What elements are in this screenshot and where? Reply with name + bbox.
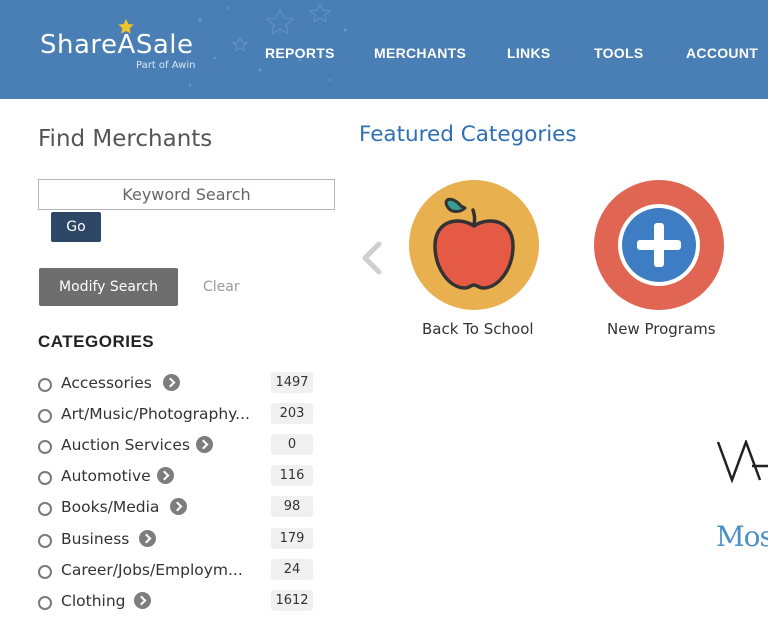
logo-wordmark: ShareASale (40, 30, 193, 60)
category-count: 0 (271, 434, 313, 455)
keyword-search-input[interactable] (38, 179, 335, 210)
category-label: Automotive (61, 467, 151, 485)
category-item[interactable]: Business 179 (38, 528, 328, 554)
category-item[interactable]: Career/Jobs/Employm... 24 (38, 559, 328, 585)
merchant-logo-partial[interactable] (716, 440, 768, 484)
category-count: 179 (271, 528, 313, 549)
apple-icon (409, 180, 539, 310)
category-label: Career/Jobs/Employm... (61, 561, 243, 579)
category-item[interactable]: Books/Media 98 (38, 496, 328, 522)
chevron-right-icon[interactable] (139, 530, 156, 547)
find-merchants-title: Find Merchants (38, 126, 212, 152)
nav-tools[interactable]: TOOLS (594, 45, 643, 61)
category-count: 98 (271, 496, 313, 517)
category-count: 203 (271, 403, 313, 424)
go-button[interactable]: Go (51, 212, 101, 242)
category-label: Accessories (61, 374, 152, 392)
category-radio[interactable] (38, 471, 52, 485)
plus-icon (594, 180, 724, 310)
categories-heading: CATEGORIES (38, 332, 154, 352)
category-radio[interactable] (38, 378, 52, 392)
top-header: ShareASale Part of Awin REPORTS MERCHANT… (0, 0, 768, 99)
category-radio[interactable] (38, 502, 52, 516)
logo[interactable]: ShareASale Part of Awin (40, 18, 210, 78)
featured-label[interactable]: New Programs (607, 320, 716, 338)
featured-new-programs[interactable] (594, 180, 724, 310)
merchant-logo-partial[interactable]: Mos (716, 520, 768, 553)
featured-label[interactable]: Back To School (422, 320, 534, 338)
featured-back-to-school[interactable] (409, 180, 539, 310)
category-label: Books/Media (61, 498, 159, 516)
category-count: 24 (271, 559, 313, 580)
category-item[interactable]: Accessories 1497 (38, 372, 328, 398)
featured-categories-title: Featured Categories (359, 122, 577, 147)
category-item[interactable]: Automotive 116 (38, 465, 328, 491)
nav-merchants[interactable]: MERCHANTS (374, 45, 466, 61)
category-item[interactable]: Art/Music/Photography... 203 (38, 403, 328, 429)
category-radio[interactable] (38, 409, 52, 423)
nav-account[interactable]: ACCOUNT (686, 45, 758, 61)
category-count: 1612 (271, 590, 313, 611)
chevron-right-icon[interactable] (134, 592, 151, 609)
chevron-right-icon[interactable] (170, 498, 187, 515)
chevron-right-icon[interactable] (163, 374, 180, 391)
nav-links[interactable]: LINKS (507, 45, 551, 61)
category-item[interactable]: Auction Services 0 (38, 434, 328, 460)
modify-search-button[interactable]: Modify Search (39, 268, 178, 306)
category-radio[interactable] (38, 565, 52, 579)
logo-tagline: Part of Awin (136, 60, 195, 71)
category-count: 116 (271, 465, 313, 486)
chevron-right-icon[interactable] (157, 467, 174, 484)
category-count: 1497 (271, 372, 313, 393)
category-item[interactable]: Clothing 1612 (38, 590, 328, 616)
category-label: Auction Services (61, 436, 190, 454)
clear-link[interactable]: Clear (203, 279, 240, 295)
nav-reports[interactable]: REPORTS (265, 45, 335, 61)
category-label: Art/Music/Photography... (61, 405, 250, 423)
category-label: Business (61, 530, 129, 548)
category-radio[interactable] (38, 534, 52, 548)
category-label: Clothing (61, 592, 125, 610)
chevron-left-icon[interactable] (359, 240, 383, 276)
chevron-right-icon[interactable] (196, 436, 213, 453)
category-radio[interactable] (38, 440, 52, 454)
category-radio[interactable] (38, 596, 52, 610)
